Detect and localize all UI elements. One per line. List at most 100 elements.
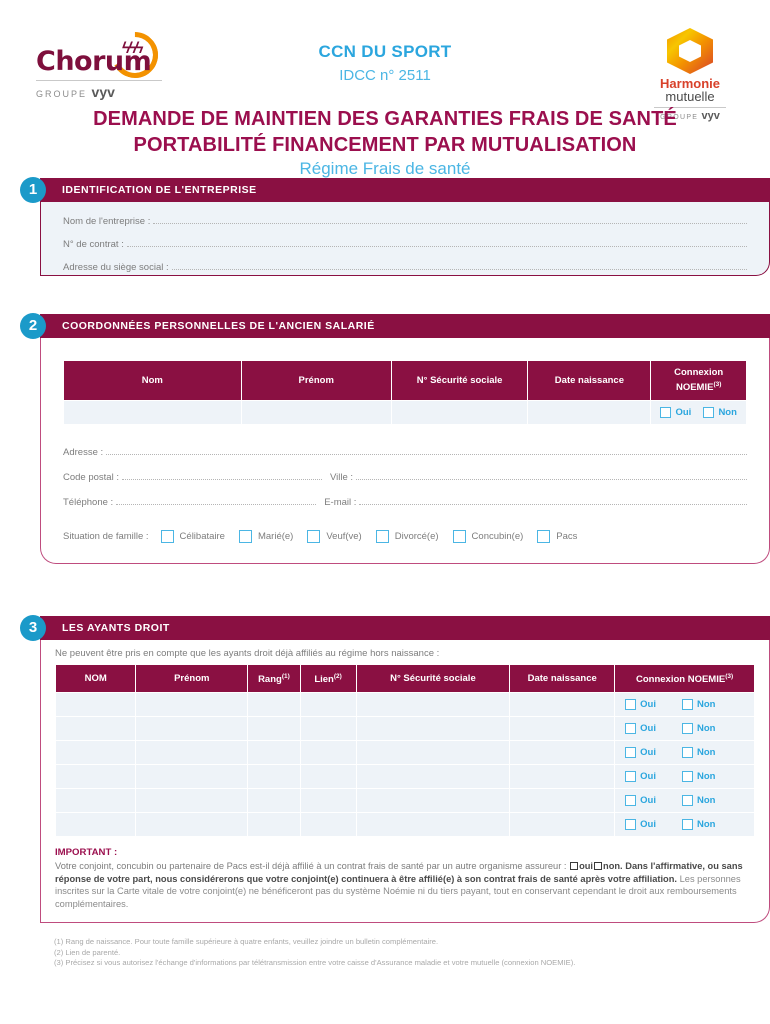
field-numero-contrat[interactable]: N° de contrat : xyxy=(63,239,747,250)
field-telephone-email[interactable]: Téléphone : E-mail : xyxy=(63,497,747,508)
checkbox-noemie-non[interactable]: Non xyxy=(681,771,715,783)
checkbox-icon[interactable] xyxy=(681,699,693,711)
checkbox-icon[interactable] xyxy=(625,795,637,807)
cell-prenom[interactable] xyxy=(240,400,392,426)
field-input-line[interactable] xyxy=(153,216,747,224)
cell-date-naissance[interactable] xyxy=(509,764,616,790)
checkbox-concubin[interactable] xyxy=(452,530,466,544)
cell-secu[interactable] xyxy=(355,788,511,814)
cell-lien[interactable] xyxy=(299,740,357,766)
checkbox-noemie-oui[interactable]: Oui xyxy=(625,795,656,807)
cell-nom[interactable] xyxy=(54,764,137,790)
cell-rang[interactable] xyxy=(247,716,301,742)
cell-date-naissance[interactable] xyxy=(527,400,652,426)
col-connexion-noemie: Connexion NOEMIE(3) xyxy=(614,664,755,694)
field-adresse-siege-social[interactable]: Adresse du siège social : xyxy=(63,262,747,273)
checkbox-noemie-non[interactable]: Non xyxy=(681,747,715,759)
section-2-body: Nom Prénom N° Sécurité sociale Date nais… xyxy=(40,338,770,565)
cell-prenom[interactable] xyxy=(135,788,249,814)
checkbox-icon[interactable] xyxy=(681,723,693,735)
checkbox-label: Oui xyxy=(640,723,656,735)
checkbox-veuf[interactable] xyxy=(307,530,321,544)
cell-secu[interactable] xyxy=(355,716,511,742)
chorum-tagline-prefix: GROUPE xyxy=(36,89,88,99)
checkbox-icon[interactable] xyxy=(625,723,637,735)
cell-lien[interactable] xyxy=(299,788,357,814)
cell-date-naissance[interactable] xyxy=(509,740,616,766)
cell-secu[interactable] xyxy=(355,692,511,718)
cell-nom[interactable] xyxy=(54,812,137,838)
field-input-line[interactable] xyxy=(126,239,747,247)
cell-date-naissance[interactable] xyxy=(509,812,616,838)
checkbox-noemie-oui[interactable]: Oui xyxy=(625,747,656,759)
cell-rang[interactable] xyxy=(247,764,301,790)
cell-rang[interactable] xyxy=(247,692,301,718)
checkbox-label: Oui xyxy=(640,747,656,759)
checkbox-noemie-non[interactable]: Non xyxy=(681,723,715,735)
cell-secu[interactable] xyxy=(355,740,511,766)
checkbox-icon[interactable] xyxy=(625,771,637,783)
checkbox-noemie-non[interactable]: Non xyxy=(681,819,715,831)
field-code-postal-ville[interactable]: Code postal : Ville : xyxy=(63,472,747,483)
cell-nom[interactable] xyxy=(54,692,137,718)
section-2-badge: 2 xyxy=(20,313,46,339)
checkbox-noemie-oui[interactable]: Oui xyxy=(625,723,656,735)
checkbox-icon[interactable] xyxy=(681,747,693,759)
col-lien-label: Lien xyxy=(314,674,334,686)
checkbox-celibataire[interactable] xyxy=(160,530,174,544)
checkbox-icon[interactable] xyxy=(625,699,637,711)
checkbox-icon[interactable] xyxy=(703,407,715,419)
checkbox-icon[interactable] xyxy=(681,771,693,783)
cell-date-naissance[interactable] xyxy=(509,692,616,718)
checkbox-icon[interactable] xyxy=(625,819,637,831)
cell-prenom[interactable] xyxy=(135,764,249,790)
table-header-row: Nom Prénom N° Sécurité sociale Date nais… xyxy=(63,359,747,402)
cell-rang[interactable] xyxy=(247,740,301,766)
cell-nom[interactable] xyxy=(54,716,137,742)
checkbox-icon[interactable] xyxy=(625,747,637,759)
cell-lien[interactable] xyxy=(299,764,357,790)
cell-prenom[interactable] xyxy=(135,812,249,838)
cell-secu[interactable] xyxy=(355,764,511,790)
cell-prenom[interactable] xyxy=(135,740,249,766)
checkbox-noemie-oui[interactable]: Oui xyxy=(625,699,656,711)
cell-rang[interactable] xyxy=(247,812,301,838)
cell-prenom[interactable] xyxy=(135,692,249,718)
checkbox-noemie-oui[interactable]: Oui xyxy=(625,819,656,831)
checkbox-divorce[interactable] xyxy=(375,530,389,544)
checkbox-icon[interactable] xyxy=(681,819,693,831)
cell-date-naissance[interactable] xyxy=(509,788,616,814)
checkbox-icon[interactable] xyxy=(660,407,672,419)
checkbox-noemie-oui[interactable]: Oui xyxy=(660,407,691,419)
field-input-line[interactable] xyxy=(106,447,747,456)
checkbox-noemie-non[interactable]: Non xyxy=(703,407,737,419)
cell-date-naissance[interactable] xyxy=(509,716,616,742)
field-input-line-email[interactable] xyxy=(359,497,747,506)
cell-secu[interactable] xyxy=(355,812,511,838)
checkbox-conjoint-non[interactable] xyxy=(594,861,603,870)
field-input-line-telephone[interactable] xyxy=(116,497,317,506)
checkbox-conjoint-oui[interactable] xyxy=(570,861,579,870)
cell-lien[interactable] xyxy=(299,716,357,742)
cell-rang[interactable] xyxy=(247,788,301,814)
cell-nom[interactable] xyxy=(63,400,242,426)
checkbox-icon[interactable] xyxy=(681,795,693,807)
col-prenom: Prénom xyxy=(135,664,249,694)
field-nom-entreprise[interactable]: Nom de l'entreprise : xyxy=(63,216,747,227)
checkbox-marie[interactable] xyxy=(238,530,252,544)
checkbox-noemie-non[interactable]: Non xyxy=(681,699,715,711)
cell-secu[interactable] xyxy=(390,400,529,426)
field-adresse[interactable]: Adresse : xyxy=(63,447,747,458)
cell-lien[interactable] xyxy=(299,692,357,718)
field-input-line-code-postal[interactable] xyxy=(121,472,322,481)
cell-lien[interactable] xyxy=(299,812,357,838)
checkbox-noemie-oui[interactable]: Oui xyxy=(625,771,656,783)
field-input-line[interactable] xyxy=(171,262,747,270)
cell-prenom[interactable] xyxy=(135,716,249,742)
checkbox-label: Oui xyxy=(640,699,656,711)
cell-nom[interactable] xyxy=(54,788,137,814)
field-input-line-ville[interactable] xyxy=(356,472,747,481)
cell-nom[interactable] xyxy=(54,740,137,766)
checkbox-noemie-non[interactable]: Non xyxy=(681,795,715,807)
checkbox-pacs[interactable] xyxy=(537,530,551,544)
